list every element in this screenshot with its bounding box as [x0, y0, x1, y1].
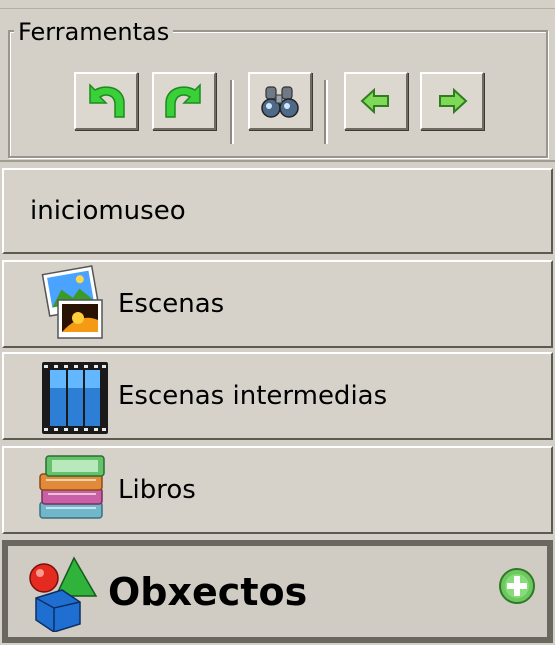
tree-item-label: Libros: [118, 475, 196, 505]
tools-title: Ferramentas: [14, 20, 174, 44]
tree-item-escenas[interactable]: Escenas: [2, 260, 553, 348]
toolbar-separator: [324, 80, 328, 144]
tree-item-label: Obxectos: [108, 569, 308, 614]
tree-item-obxectos[interactable]: Obxectos: [2, 540, 553, 643]
tree-item-libros[interactable]: Libros: [2, 446, 553, 534]
tree-root-label: iniciomuseo: [30, 196, 186, 226]
toolbox-panel: Ferramentas: [0, 10, 555, 162]
shapes-icon: [29, 555, 98, 632]
film-strip-icon: [42, 362, 108, 434]
forward-button[interactable]: [420, 72, 484, 130]
redo-arrow-icon: [165, 83, 201, 118]
tree-item-label: Escenas intermedias: [118, 381, 388, 411]
tree-root-item[interactable]: iniciomuseo: [2, 168, 553, 254]
undo-arrow-icon: [89, 83, 125, 118]
books-icon: [39, 455, 105, 519]
undo-button[interactable]: [74, 72, 138, 130]
arrow-left-icon: [360, 87, 389, 115]
binoculars-icon: [261, 86, 299, 118]
redo-button[interactable]: [152, 72, 216, 130]
search-button[interactable]: [248, 72, 312, 130]
back-button[interactable]: [344, 72, 408, 130]
tree-item-label: Escenas: [118, 289, 225, 319]
top-border: [0, 0, 555, 9]
add-circle-icon[interactable]: [497, 566, 537, 606]
picture-icon: [41, 265, 103, 339]
tree-item-escenas-intermedias[interactable]: Escenas intermedias: [2, 352, 553, 440]
toolbar-separator: [230, 80, 234, 144]
arrow-right-icon: [439, 87, 468, 115]
